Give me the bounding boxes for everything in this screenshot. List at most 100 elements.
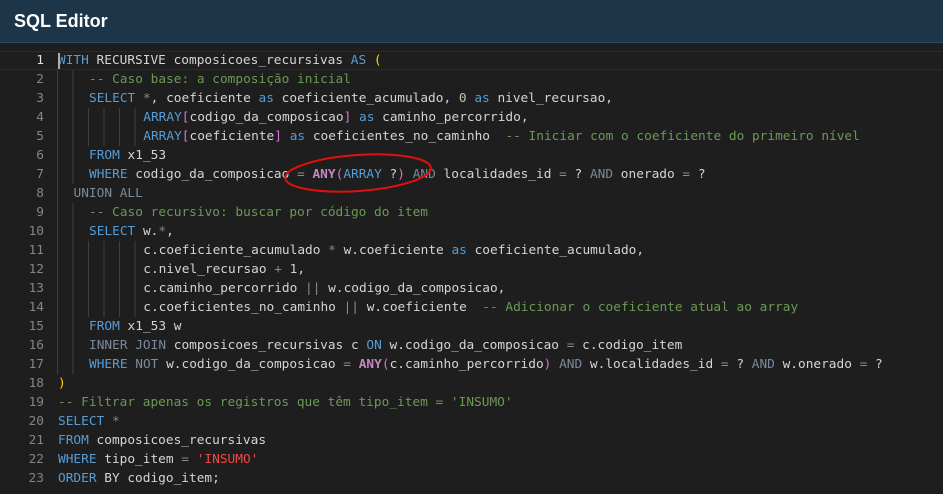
code-line[interactable]: 10 SELECT w.*, [0,222,943,241]
line-number: 23 [28,471,44,486]
token-pl: w.codigo_da_composicao [381,338,567,353]
code-text: -- Caso recursivo: buscar por código do … [89,203,428,222]
token-kw: SELECT [89,224,136,239]
code-line[interactable]: 19 -- Filtrar apenas os registros que têm… [0,393,943,412]
token-pl: composicoes_recursivas [88,433,267,448]
token-pl: codigo_da_composicao [189,110,344,125]
app-header: SQL Editor [0,0,943,43]
code-line[interactable]: 12 c.nivel_recursao + 1, [0,260,943,279]
code-text: ) [58,374,66,393]
code-text: WHERE codigo_da_composicao = ANY(ARRAY ?… [89,165,706,184]
token-kw: ARRAY [343,167,382,182]
code-line[interactable]: 18) [0,374,943,393]
code-line[interactable]: 5 ARRAY[coeficiente] as coeficientes_no_c… [0,127,943,146]
token-bp: ( [381,357,390,372]
token-kw: ON [366,338,382,353]
code-line[interactable]: 14 c.coeficientes_no_caminho || w.coefici… [0,298,943,317]
token-by: ) [58,376,66,391]
token-pl: c.coeficientes_no_caminho [143,300,344,315]
token-kw: as [359,110,375,125]
code-line[interactable]: 22 WHERE tipo_item = 'INSUMO' [0,450,943,469]
code-text: ORDER BY codigo_item; [58,469,220,488]
token-pl: ? [728,357,752,372]
line-number: 20 [28,414,44,429]
token-cm: -- Caso base: a composição inicial [89,72,351,87]
token-op: = [720,357,729,372]
token-pl: ? [690,167,706,182]
token-op: = [181,452,189,467]
sql-code-editor[interactable]: 1 WITH RECURSIVE composicoes_recursivas A… [0,51,943,494]
code-text: WHERE tipo_item = 'INSUMO' [58,450,258,469]
token-pl: ? [381,167,398,182]
code-text: c.coeficiente_acumulado * w.coeficiente … [143,241,644,260]
token-kw: WHERE [89,357,128,372]
code-line[interactable]: 15 FROM x1_53 w [0,317,943,336]
token-pl: c.caminho_percorrido [389,357,544,372]
code-text: -- Caso base: a composição inicial [89,70,351,89]
token-op: || [343,300,359,315]
token-op: * [111,414,120,429]
code-line[interactable]: 11 c.coeficiente_acumulado * w.coeficient… [0,241,943,260]
line-number: 11 [28,243,44,258]
line-number: 13 [28,281,44,296]
code-text: SELECT *, coeficiente as coeficiente_acu… [89,89,613,108]
token-pl: caminho_percorrido, [374,110,529,125]
token-bp: ) [397,167,405,182]
token-pl: tipo_item [96,452,182,467]
token-str: 'INSUMO' [196,452,259,467]
token-op: = [682,167,691,182]
token-pl: c.codigo_item [574,338,683,353]
token-pl: w.coeficiente [335,243,452,258]
token-op: * [328,243,336,258]
code-line[interactable]: 9 -- Caso recursivo: buscar por código do… [0,203,943,222]
code-line[interactable]: 2 -- Caso base: a composição inicial [0,70,943,89]
code-lines[interactable]: 1 WITH RECURSIVE composicoes_recursivas A… [0,51,943,488]
code-line[interactable]: 13 c.caminho_percorrido || w.codigo_da_co… [0,279,943,298]
line-number: 22 [28,452,44,467]
token-kwd: AND [589,167,614,182]
line-number: 7 [36,167,44,182]
code-line[interactable]: 17 WHERE NOT w.codigo_da_composicao = ANY… [0,355,943,374]
token-pl: ? [867,357,883,372]
token-pl: coeficiente_acumulado, [466,243,645,258]
token-kw: AS [350,53,367,68]
code-line[interactable]: 7 WHERE codigo_da_composicao = ANY(ARRAY … [0,165,943,184]
code-line[interactable]: 23 ORDER BY codigo_item; [0,469,943,488]
token-bp: [ [181,110,190,125]
token-pl: w. [135,224,159,239]
token-kw: SELECT [58,414,105,429]
token-pl: nivel_recursao, [489,91,614,106]
token-kw: as [258,91,274,106]
code-line[interactable]: 4 ARRAY[codigo_da_composicao] as caminho_… [0,108,943,127]
line-number: 9 [36,205,44,220]
token-kw: WHERE [89,167,128,182]
token-kwd: NOT [135,357,159,372]
token-kw: ARRAY [143,129,182,144]
code-line[interactable]: 21 FROM composicoes_recursivas [0,431,943,450]
token-op: = [343,357,351,372]
token-pl: w.codigo_da_composicao, [320,281,506,296]
line-number: 5 [36,129,44,144]
code-line[interactable]: 20 SELECT * [0,412,943,431]
code-line[interactable]: 16 INNER JOIN composicoes_recursivas c ON… [0,336,943,355]
token-pl: composicoes_recursivas c [166,338,367,353]
code-line[interactable]: 8 UNION ALL [0,184,943,203]
token-pl: 1, [281,262,306,277]
token-kw: WHERE [58,452,97,467]
code-line[interactable]: 3 SELECT *, coeficiente as coeficiente_ac… [0,89,943,108]
code-line[interactable]: 6 FROM x1_53 [0,146,943,165]
token-kw: FROM [89,148,120,163]
code-text: FROM composicoes_recursivas [58,431,266,450]
token-pl: x1_53 [119,148,167,163]
line-number: 8 [36,186,44,201]
line-number: 14 [28,300,44,315]
code-line[interactable]: 1 WITH RECURSIVE composicoes_recursivas A… [0,51,943,70]
token-kw: WITH [58,53,89,68]
code-text: ARRAY[codigo_da_composicao] as caminho_p… [143,108,528,127]
token-pl: , coeficiente [150,91,259,106]
token-kw: SELECT [89,91,136,106]
line-number: 3 [36,91,44,106]
